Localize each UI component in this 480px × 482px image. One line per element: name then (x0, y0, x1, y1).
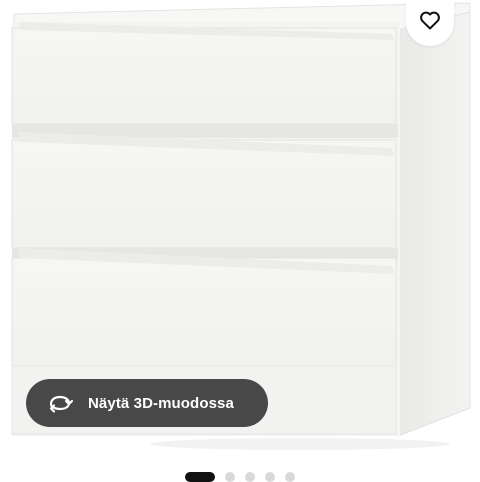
heart-icon (418, 10, 442, 37)
rotate-3d-icon (46, 392, 74, 414)
view-3d-button[interactable]: Näytä 3D-muodossa (26, 379, 268, 427)
view-3d-label: Näytä 3D-muodossa (88, 394, 234, 412)
carousel-dot-2[interactable] (225, 471, 235, 482)
carousel-pager (185, 471, 295, 482)
favorite-button[interactable] (406, 0, 454, 46)
carousel-dot-3[interactable] (245, 471, 255, 482)
product-gallery[interactable]: Näytä 3D-muodossa (0, 0, 480, 482)
carousel-dot-5[interactable] (285, 471, 295, 482)
carousel-dot-4[interactable] (265, 471, 275, 482)
carousel-dot-1[interactable] (185, 471, 215, 482)
